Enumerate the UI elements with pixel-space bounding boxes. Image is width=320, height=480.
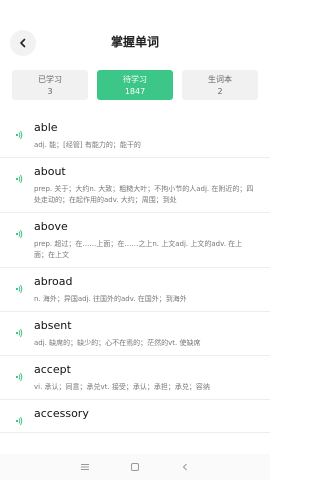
word-text: able	[34, 121, 58, 134]
list-item[interactable]: about prep. 关于；大约n. 大致；粗糙大叶；不拘小节的人adj. 在…	[0, 158, 270, 213]
tab-count: 3	[47, 87, 53, 96]
tab-learned[interactable]: 已学习 3	[12, 70, 88, 100]
tab-count: 2	[217, 87, 223, 96]
header: 掌握单词	[0, 0, 270, 64]
list-item[interactable]: absent adj. 缺席的；缺少的；心不在焉的；茫然的vt. 使缺席	[0, 312, 270, 356]
speaker-icon[interactable]	[11, 129, 23, 141]
word-text: accept	[34, 363, 71, 376]
nav-back-button[interactable]	[178, 460, 192, 474]
word-meaning: adj. 缺席的；缺少的；心不在焉的；茫然的vt. 使缺席	[34, 339, 201, 347]
word-meaning: n. 海外；异国adj. 往国外的adv. 在国外；到海外	[34, 295, 187, 303]
word-meaning: vi. 承认；同意；承兑vt. 接受；承认；承担；承兑；容纳	[34, 383, 210, 391]
list-item[interactable]: abroad n. 海外；异国adj. 往国外的adv. 在国外；到海外	[0, 268, 270, 312]
speaker-icon[interactable]	[11, 371, 23, 383]
menu-button[interactable]	[78, 460, 92, 474]
home-square-icon	[131, 463, 139, 471]
word-meaning: adj. 能；[经管] 有能力的；能干的	[34, 141, 141, 149]
tab-label: 已学习	[38, 75, 62, 84]
word-meaning: prep. 超过；在……上面；在……之上n. 上文adj. 上文的adv. 在上…	[34, 240, 243, 259]
speaker-icon[interactable]	[11, 327, 23, 339]
back-arrow-icon	[182, 463, 187, 471]
word-text: absent	[34, 319, 72, 332]
word-text: above	[34, 220, 68, 233]
speaker-icon[interactable]	[11, 228, 23, 240]
list-item[interactable]: above prep. 超过；在……上面；在……之上n. 上文adj. 上文的a…	[0, 213, 270, 268]
tab-vocabulary-book[interactable]: 生词本 2	[182, 70, 258, 100]
tab-to-learn[interactable]: 待学习 1847	[97, 70, 173, 100]
tab-label: 待学习	[123, 75, 147, 84]
speaker-icon[interactable]	[11, 415, 23, 427]
list-item[interactable]: accept vi. 承认；同意；承兑vt. 接受；承认；承担；承兑；容纳	[0, 356, 270, 400]
tab-count: 1847	[124, 87, 146, 96]
home-button[interactable]	[128, 460, 142, 474]
word-meaning: prep. 关于；大约n. 大致；粗糙大叶；不拘小节的人adj. 在附近的；四处…	[34, 185, 254, 204]
list-item[interactable]: accessory	[0, 400, 270, 433]
word-list: able adj. 能；[经管] 有能力的；能干的 about prep. 关于…	[0, 114, 270, 454]
menu-icon	[81, 464, 89, 470]
tab-label: 生词本	[208, 75, 232, 84]
page-title: 掌握单词	[110, 35, 159, 49]
speaker-icon[interactable]	[11, 173, 23, 185]
word-text: about	[34, 165, 66, 178]
word-text: abroad	[34, 275, 73, 288]
tab-bar: 已学习 3 待学习 1847 生词本 2	[12, 70, 258, 100]
word-text: accessory	[34, 407, 89, 420]
speaker-icon[interactable]	[11, 283, 23, 295]
system-nav-bar	[0, 454, 270, 480]
list-item[interactable]: able adj. 能；[经管] 有能力的；能干的	[0, 114, 270, 158]
